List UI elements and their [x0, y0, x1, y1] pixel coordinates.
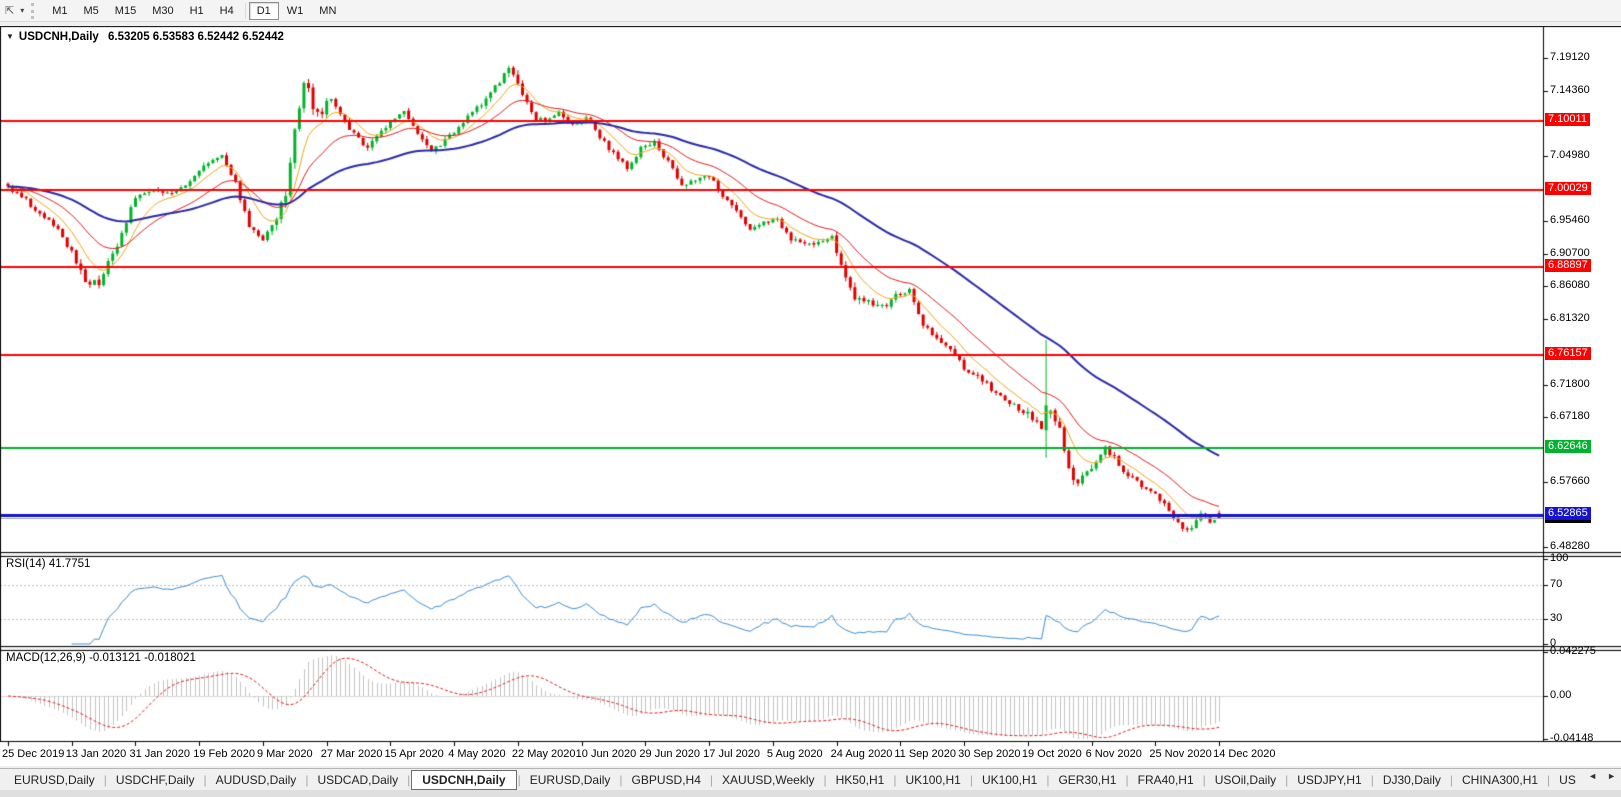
price-axis-tick: 6.71800: [1550, 378, 1590, 390]
date-axis-label: 19 Oct 2020: [1022, 748, 1082, 760]
macd-indicator-label: MACD(12,26,9) -0.013121 -0.018021: [6, 652, 196, 664]
price-axis-tick: 6.86080: [1550, 279, 1590, 291]
timeframe-button-m5[interactable]: M5: [76, 2, 107, 20]
chart-tab-hk50-h1[interactable]: HK50,H1: [828, 772, 893, 788]
date-axis-label: 15 Apr 2020: [384, 748, 443, 760]
rsi-indicator-label: RSI(14) 41.7751: [6, 558, 90, 570]
date-axis-label: 17 Jul 2020: [703, 748, 760, 760]
timeframe-button-mn[interactable]: MN: [311, 2, 344, 20]
tab-scroll-arrows: ◄ ►: [1585, 770, 1619, 782]
price-line-label-6-88897[interactable]: 6.88897: [1545, 259, 1591, 272]
date-axis-label: 22 May 2020: [512, 748, 576, 760]
price-line-label-6-52865[interactable]: 6.52865: [1545, 507, 1591, 520]
chart-tab-usdcad-daily[interactable]: USDCAD,Daily: [309, 772, 406, 788]
date-axis-label: 10 Jun 2020: [576, 748, 637, 760]
price-axis-tick: 6.57660: [1550, 475, 1590, 487]
chart-tab-xauusd-weekly[interactable]: XAUUSD,Weekly: [714, 772, 822, 788]
date-axis-label: 25 Nov 2020: [1149, 748, 1211, 760]
timeframe-button-w1[interactable]: W1: [279, 2, 312, 20]
date-axis-label: 30 Sep 2020: [958, 748, 1020, 760]
chevron-down-icon[interactable]: ▾: [18, 5, 26, 16]
chart-tab-eurusd-daily[interactable]: EURUSD,Daily: [6, 772, 103, 788]
chart-tab-ger30-h1[interactable]: GER30,H1: [1050, 772, 1124, 788]
toolbar-grip[interactable]: [31, 3, 39, 19]
rsi-axis-tick: 30: [1550, 612, 1562, 624]
price-line-label-7-10011[interactable]: 7.10011: [1545, 113, 1590, 126]
price-axis-tick: 6.67180: [1550, 410, 1590, 422]
date-axis-label: 13 Jan 2020: [66, 748, 127, 760]
timeframe-button-d1[interactable]: D1: [249, 2, 279, 20]
chart-ohlc-quotes: 6.53205 6.53583 6.52442 6.52442: [108, 31, 284, 43]
chart-tab-bar: EURUSD,Daily|USDCHF,Daily|AUDUSD,Daily|U…: [0, 768, 1621, 790]
macd-axis-tick: 0.042275: [1550, 645, 1596, 657]
timeframe-button-m1[interactable]: M1: [44, 2, 75, 20]
chart-tab-us[interactable]: US: [1551, 772, 1584, 788]
date-axis-label: 11 Sep 2020: [894, 748, 956, 760]
chart-tab-uk100-h1[interactable]: UK100,H1: [974, 772, 1045, 788]
price-line-label-6-62646[interactable]: 6.62646: [1545, 440, 1591, 453]
date-axis-label: 27 Mar 2020: [321, 748, 383, 760]
toolbar-separator: [245, 3, 246, 19]
rsi-axis-tick: 70: [1550, 578, 1562, 590]
chart-tab-fra40-h1[interactable]: FRA40,H1: [1130, 772, 1202, 788]
price-axis-tick: 6.81320: [1550, 312, 1590, 324]
macd-axis-tick: 0.00: [1550, 689, 1571, 701]
price-axis-tick: 7.14360: [1550, 84, 1590, 96]
price-axis-tick: 6.90700: [1550, 247, 1590, 259]
price-axis-tick: 7.19120: [1550, 51, 1590, 63]
date-axis-label: 9 Mar 2020: [257, 748, 313, 760]
timeframe-buttons: M1M5M15M30H1H4 D1W1MN: [44, 2, 344, 20]
price-axis-tick: 7.04980: [1550, 149, 1590, 161]
price-axis-tick: 6.48280: [1550, 540, 1590, 552]
timeframe-button-h4[interactable]: H4: [212, 2, 242, 20]
date-axis-label: 19 Feb 2020: [193, 748, 255, 760]
tab-scroll-right-icon[interactable]: ►: [1604, 770, 1619, 782]
price-line-label-7-00029[interactable]: 7.00029: [1545, 182, 1591, 195]
timeframe-button-m30[interactable]: M30: [144, 2, 181, 20]
macd-axis-tick: -0.04148: [1550, 732, 1593, 744]
chart-canvas[interactable]: [0, 26, 1621, 766]
rsi-axis-tick: 100: [1550, 552, 1568, 564]
chart-tabs: EURUSD,Daily|USDCHF,Daily|AUDUSD,Daily|U…: [6, 770, 1584, 790]
price-axis-tick: 6.95460: [1550, 214, 1590, 226]
date-axis-label: 24 Aug 2020: [831, 748, 893, 760]
date-axis-label: 14 Dec 2020: [1213, 748, 1275, 760]
timeframe-toolbar: ⇱ ▾ M1M5M15M30H1H4 D1W1MN: [0, 0, 1621, 22]
chart-symbol-period: USDCNH,Daily: [19, 31, 99, 43]
timeframe-button-h1[interactable]: H1: [182, 2, 212, 20]
chart-tab-china300-h1[interactable]: CHINA300,H1: [1454, 772, 1546, 788]
chart-tab-audusd-daily[interactable]: AUDUSD,Daily: [208, 772, 305, 788]
chart-tab-uk100-h1[interactable]: UK100,H1: [897, 772, 968, 788]
date-axis-label: 6 Nov 2020: [1086, 748, 1142, 760]
chart-tab-dj30-daily[interactable]: DJ30,Daily: [1375, 772, 1449, 788]
mt4-window: ⇱ ▾ M1M5M15M30H1H4 D1W1MN ▼ USDCNH,Daily 6…: [0, 0, 1621, 797]
status-strip: [0, 790, 1621, 797]
chart-tab-gbpusd-h4[interactable]: GBPUSD,H4: [624, 772, 709, 788]
date-axis-label: 29 Jun 2020: [639, 748, 700, 760]
tab-scroll-left-icon[interactable]: ◄: [1585, 770, 1600, 782]
price-line-label-6-76157[interactable]: 6.76157: [1545, 347, 1591, 360]
chart-shift-icon[interactable]: ⇱: [2, 3, 17, 18]
chart-tab-usoil-daily[interactable]: USOil,Daily: [1207, 772, 1284, 788]
date-axis-label: 4 May 2020: [448, 748, 505, 760]
date-axis-label: 5 Aug 2020: [767, 748, 823, 760]
chart-menu-icon[interactable]: ▼: [6, 32, 14, 41]
chart-window: ▼ USDCNH,Daily 6.53205 6.53583 6.52442 6.…: [0, 26, 1621, 766]
timeframe-button-m15[interactable]: M15: [107, 2, 144, 20]
date-axis-label: 31 Jan 2020: [129, 748, 190, 760]
chart-tab-usdcnh-daily[interactable]: USDCNH,Daily: [411, 770, 516, 790]
chart-title: ▼ USDCNH,Daily 6.53205 6.53583 6.52442 6.…: [6, 31, 284, 43]
date-axis-label: 25 Dec 2019: [2, 748, 64, 760]
chart-tab-eurusd-daily[interactable]: EURUSD,Daily: [522, 772, 619, 788]
chart-tab-usdchf-daily[interactable]: USDCHF,Daily: [108, 772, 203, 788]
chart-tab-usdjpy-h1[interactable]: USDJPY,H1: [1289, 772, 1369, 788]
